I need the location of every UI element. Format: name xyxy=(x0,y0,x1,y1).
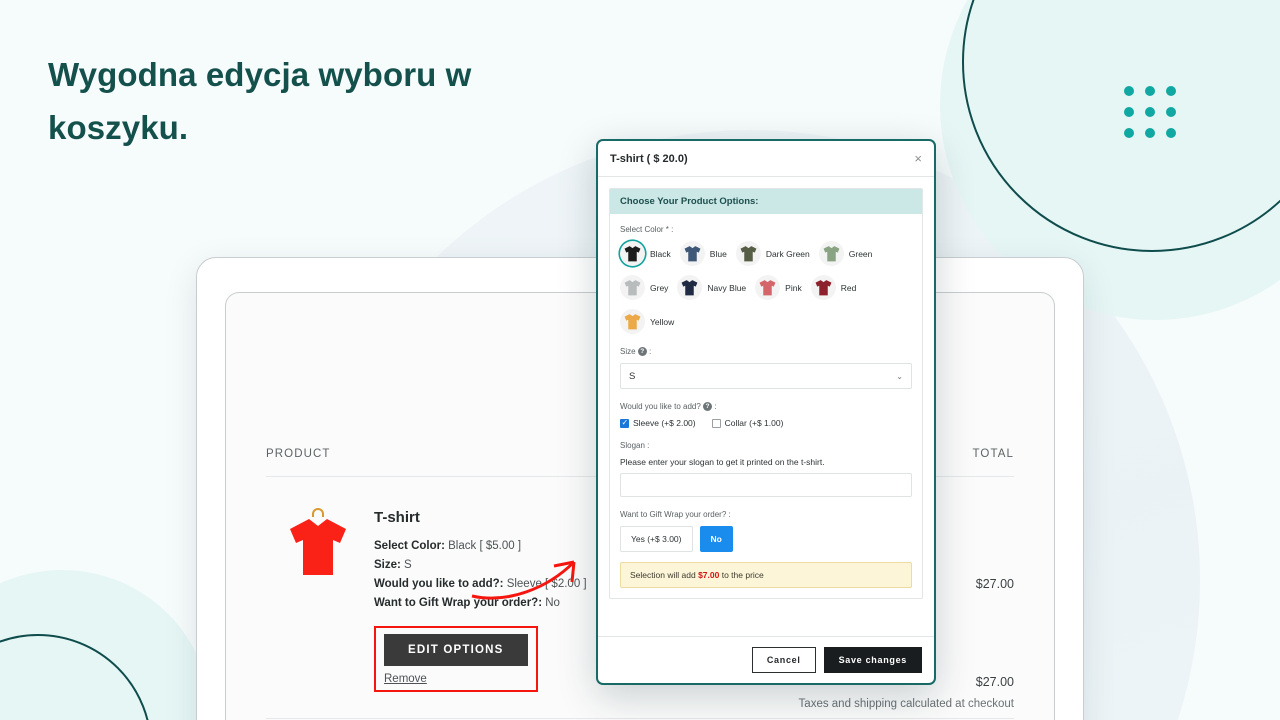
edit-options-highlight: EDIT OPTIONS Remove xyxy=(374,626,538,692)
size-label-suffix: : xyxy=(649,347,652,356)
edit-options-button[interactable]: EDIT OPTIONS xyxy=(384,634,528,666)
help-icon[interactable]: ? xyxy=(637,347,647,356)
color-option-blue[interactable]: Blue xyxy=(679,241,727,266)
color-option-black[interactable]: Black xyxy=(620,241,671,266)
notice-suffix: to the price xyxy=(721,570,764,580)
color-label: Navy Blue xyxy=(707,282,747,293)
color-option-dark-green[interactable]: Dark Green xyxy=(735,241,810,266)
price-notice: Selection will add $7.00 to the price xyxy=(620,562,912,588)
color-label: Black xyxy=(650,248,671,259)
addons-label-text: Would you like to add? xyxy=(620,402,701,411)
options-content: Select Color * : Black Blue Dark Green G… xyxy=(610,214,922,598)
color-option-grey[interactable]: Grey xyxy=(620,275,668,300)
size-label: Size ? : xyxy=(620,347,912,356)
color-swatch[interactable] xyxy=(755,275,781,300)
tshirt-red-icon xyxy=(288,508,348,577)
checkbox-unchecked-icon[interactable] xyxy=(711,418,721,428)
addon-label: Sleeve (+$ 2.00) xyxy=(633,418,696,428)
addons-label-suffix: : xyxy=(714,402,717,411)
color-option-red[interactable]: Red xyxy=(810,275,857,300)
options-card: Choose Your Product Options: Select Colo… xyxy=(609,188,923,599)
cancel-button[interactable]: Cancel xyxy=(751,647,816,673)
notice-amount: $7.00 xyxy=(698,570,720,580)
remove-item-link[interactable]: Remove xyxy=(384,673,528,685)
notice-prefix: Selection will add xyxy=(630,570,696,580)
slogan-input[interactable] xyxy=(620,473,912,497)
color-swatch-row: Yellow xyxy=(620,309,912,334)
modal-body: Choose Your Product Options: Select Colo… xyxy=(598,177,934,636)
color-swatch[interactable] xyxy=(620,241,645,266)
product-thumbnail xyxy=(266,508,370,692)
annotation-arrow-icon xyxy=(471,560,576,600)
color-swatch[interactable] xyxy=(677,275,703,300)
help-icon[interactable]: ? xyxy=(703,402,713,411)
cart-col-product: PRODUCT xyxy=(266,448,331,460)
slogan-label: Slogan : xyxy=(620,441,650,450)
giftwrap-no-button[interactable]: No xyxy=(699,526,733,552)
addon-sleeve-checkbox[interactable]: Sleeve (+$ 2.00) xyxy=(620,417,696,428)
color-swatch[interactable] xyxy=(810,275,836,300)
color-label: Green xyxy=(848,248,873,259)
cart-col-total: TOTAL xyxy=(972,448,1014,460)
options-section-header: Choose Your Product Options: xyxy=(610,189,922,214)
page-headline: Wygodna edycja wyboru w koszyku. xyxy=(48,56,472,147)
tshirt-shape xyxy=(290,519,346,575)
select-color-label: Select Color * : xyxy=(620,225,674,234)
color-label: Yellow xyxy=(650,316,675,327)
close-icon[interactable]: × xyxy=(914,151,922,166)
color-option-navy-blue[interactable]: Navy Blue xyxy=(677,275,746,300)
modal-header: T-shirt ( $ 20.0) × xyxy=(598,141,934,177)
giftwrap-toggle-group: Yes (+$ 3.00) No xyxy=(620,526,912,552)
option-label: Size: xyxy=(374,559,401,571)
color-label: Red xyxy=(840,282,857,293)
modal-footer: Cancel Save changes xyxy=(598,636,934,683)
product-options-modal: T-shirt ( $ 20.0) × Choose Your Product … xyxy=(596,139,936,685)
slogan-helper-text: Please enter your slogan to get it print… xyxy=(620,457,825,467)
color-label: Grey xyxy=(650,282,669,293)
addons-label: Would you like to add? ? : xyxy=(620,402,912,411)
checkbox-checked-icon[interactable] xyxy=(620,417,629,428)
color-swatch[interactable] xyxy=(620,275,645,300)
save-changes-button[interactable]: Save changes xyxy=(823,647,922,673)
addons-checkbox-row: Sleeve (+$ 2.00) Collar (+$ 1.00) xyxy=(620,417,912,428)
color-option-yellow[interactable]: Yellow xyxy=(620,309,674,334)
color-label: Pink xyxy=(785,282,802,293)
color-option-pink[interactable]: Pink xyxy=(755,275,802,300)
dot-grid-icon xyxy=(1124,86,1176,138)
color-label: Dark Green xyxy=(765,248,810,259)
cart-tax-note: Taxes and shipping calculated at checkou… xyxy=(798,698,1014,710)
color-swatch[interactable] xyxy=(620,309,645,334)
color-label: Blue xyxy=(709,248,727,259)
option-label: Select Color: xyxy=(374,540,445,552)
size-label-text: Size xyxy=(620,347,636,356)
modal-title: T-shirt ( $ 20.0) xyxy=(610,152,688,165)
addon-label: Collar (+$ 1.00) xyxy=(724,418,784,428)
addon-collar-checkbox[interactable]: Collar (+$ 1.00) xyxy=(711,418,784,428)
color-swatch-row: Grey Navy Blue Pink Red xyxy=(620,275,912,300)
option-value: S xyxy=(404,559,412,571)
hanger-hook-icon xyxy=(312,508,324,517)
color-swatch-row: Black Blue Dark Green Green xyxy=(620,241,912,266)
color-option-green[interactable]: Green xyxy=(818,241,873,266)
color-swatch[interactable] xyxy=(818,241,844,266)
size-select[interactable]: S ⌄ xyxy=(620,363,912,389)
size-selected-value: S xyxy=(629,370,636,382)
chevron-down-icon: ⌄ xyxy=(896,371,903,381)
giftwrap-yes-button[interactable]: Yes (+$ 3.00) xyxy=(620,526,693,552)
giftwrap-label: Want to Gift Wrap your order? : xyxy=(620,510,731,519)
color-swatch[interactable] xyxy=(735,241,761,266)
color-swatch[interactable] xyxy=(679,241,705,266)
